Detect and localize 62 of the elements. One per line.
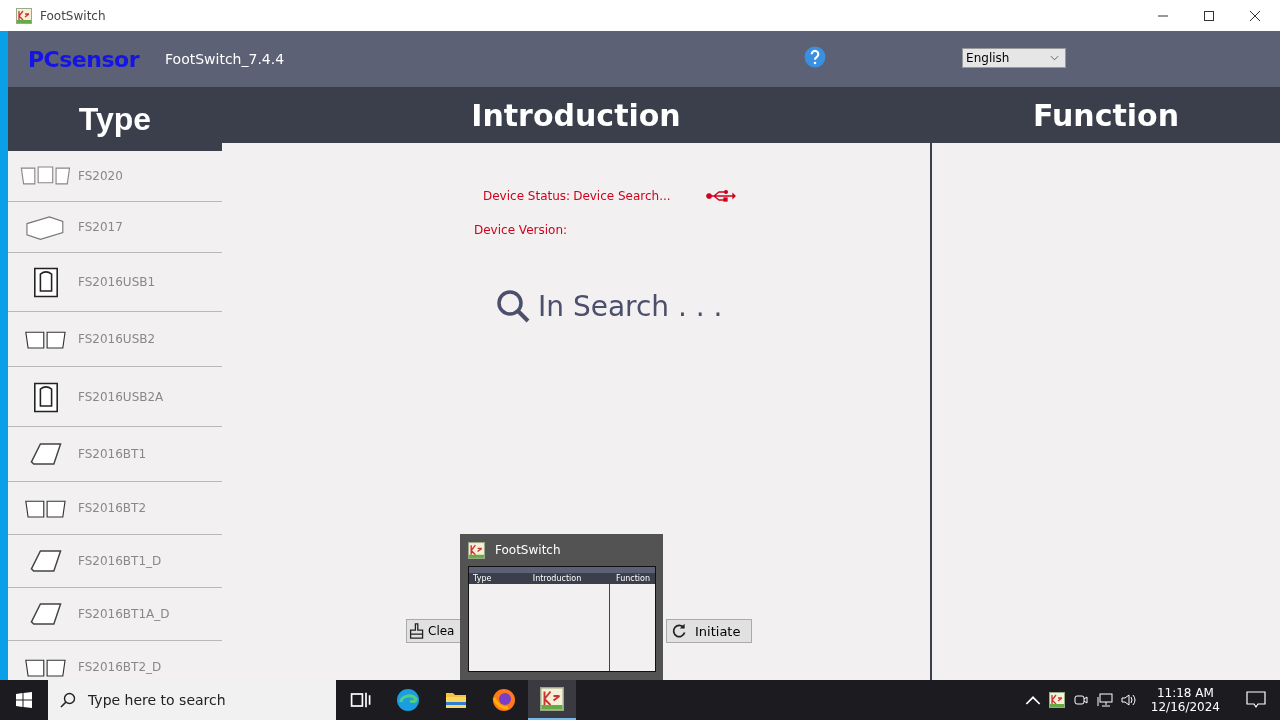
search-placeholder: Type here to search <box>88 692 226 708</box>
clear-button[interactable]: Clea <box>406 619 462 643</box>
camera-icon[interactable] <box>1072 692 1089 708</box>
refresh-icon <box>671 623 687 639</box>
device-type-item[interactable]: FS2016BT2 <box>8 482 222 535</box>
app-icon <box>468 541 485 559</box>
preview-title: FootSwitch <box>495 543 561 557</box>
device-type-label: FS2016BT2_D <box>78 660 162 674</box>
device-type-item[interactable]: FS2016BT1_D <box>8 535 222 588</box>
maximize-icon[interactable] <box>1204 10 1214 21</box>
broom-icon <box>409 623 425 639</box>
usb-icon <box>705 189 736 203</box>
device-type-label: FS2017 <box>78 220 123 234</box>
device-type-label: FS2016BT1A_D <box>78 607 170 621</box>
device-type-label: FS2016USB2A <box>78 389 164 404</box>
device-type-label: FS2016USB2 <box>78 332 156 346</box>
device-type-item[interactable]: FS2016BT1A_D <box>8 588 222 641</box>
device-type-label: FS2016BT1_D <box>78 554 162 568</box>
taskbar-app-button[interactable] <box>528 680 576 720</box>
device-type-label: FS2016USB1 <box>78 275 156 289</box>
app-version: FootSwitch_7.4.4 <box>165 51 285 67</box>
device-version-label: Device Version: <box>474 223 568 237</box>
device-type-item[interactable]: FS2020 <box>8 151 222 202</box>
type-header: Type <box>8 87 222 151</box>
clock-date[interactable]: 12/16/2024 <box>1150 700 1220 714</box>
app-icon <box>540 687 564 711</box>
initiate-button[interactable]: Initiate <box>666 619 752 643</box>
app-icon[interactable] <box>1048 692 1065 708</box>
thumbnail-header: Type <box>473 573 493 584</box>
device-status-value: Device Search... <box>573 189 671 203</box>
search-icon <box>496 289 530 323</box>
notification-icon[interactable] <box>1246 691 1266 709</box>
device-type-item[interactable]: FS2017 <box>8 202 222 253</box>
taskbar-preview-tooltip[interactable]: FootSwitch Type Introduction Function <box>460 534 663 680</box>
device-type-item[interactable]: FS2016USB2A <box>8 367 222 427</box>
network-icon[interactable] <box>1096 692 1113 708</box>
volume-icon[interactable] <box>1120 692 1137 708</box>
help-icon[interactable] <box>804 46 827 68</box>
language-dropdown[interactable]: English <box>962 48 1067 68</box>
clock-time[interactable]: 11:18 AM <box>1156 686 1214 700</box>
browser-icon <box>396 688 420 712</box>
caret-icon <box>1050 55 1060 61</box>
device-type-label: FS2016BT1 <box>78 447 147 461</box>
function-header: Function <box>932 87 1280 143</box>
device-type-item[interactable]: FS2016USB1 <box>8 253 222 312</box>
close-icon[interactable] <box>1250 10 1260 21</box>
window-title: FootSwitch <box>40 8 106 23</box>
device-type-item[interactable]: FS2016BT1 <box>8 427 222 482</box>
device-type-item[interactable]: FS2016USB2 <box>8 312 222 367</box>
search-icon <box>60 692 76 708</box>
start-icon[interactable] <box>16 692 32 708</box>
search-status: In Search . . . <box>538 289 723 323</box>
app-icon <box>16 7 32 24</box>
device-type-label: FS2020 <box>78 169 123 183</box>
pcsensor-logo: PCsensor <box>28 46 139 72</box>
firefox-icon <box>492 688 516 712</box>
taskbar-search-field[interactable]: Type here to search <box>48 680 336 720</box>
device-status-label: Device Status: <box>483 189 571 203</box>
device-type-label: FS2016BT2 <box>78 501 147 515</box>
thumbnail-header: Function <box>615 573 651 584</box>
introduction-header: Introduction <box>222 87 930 143</box>
thumbnail-header: Introduction <box>531 573 583 584</box>
